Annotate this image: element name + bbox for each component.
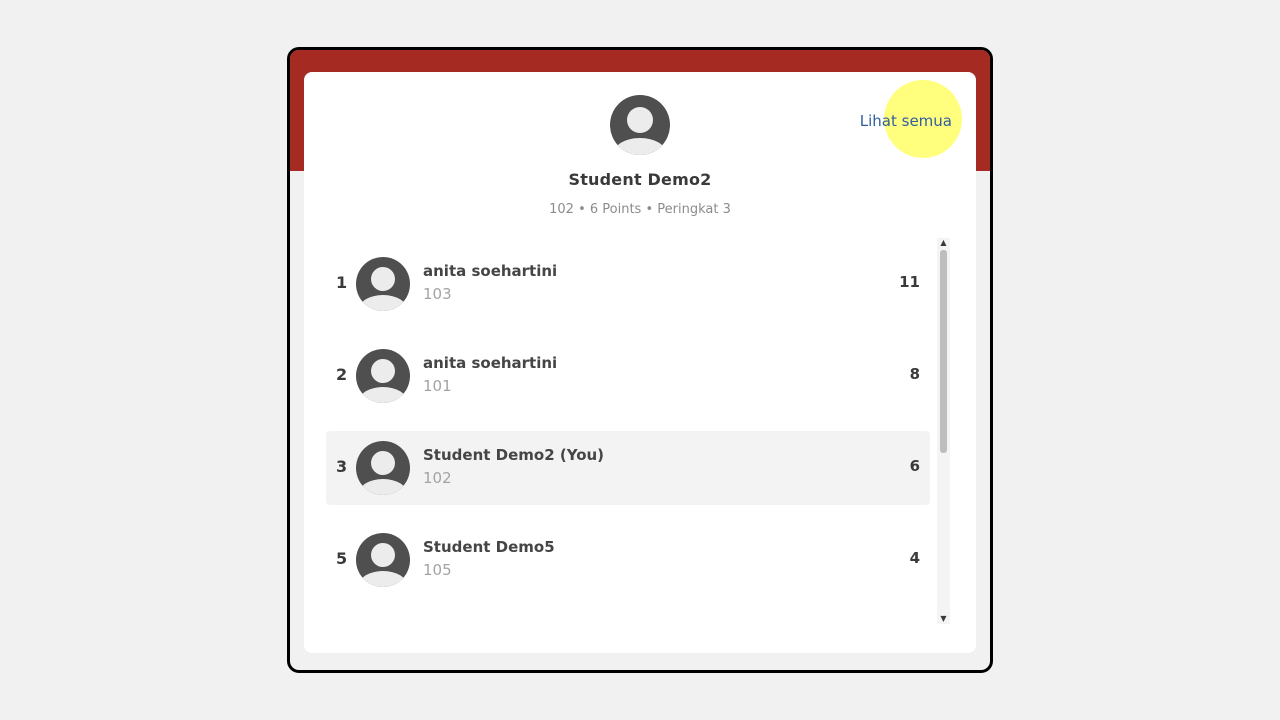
row-score: 11 (899, 273, 920, 291)
row-score: 8 (909, 365, 920, 383)
scroll-up-arrow-icon[interactable]: ▲ (937, 238, 950, 248)
leaderboard-scrollbar[interactable]: ▲ ▼ (937, 238, 950, 624)
row-name: anita soehartini (423, 354, 558, 372)
user-avatar-icon (610, 95, 670, 155)
user-avatar-icon (356, 257, 410, 311)
row-name: Student Demo5 (423, 538, 555, 556)
user-avatar-icon (356, 441, 410, 495)
row-id: 103 (423, 285, 452, 303)
leaderboard-card: Student Demo2 102 • 6 Points • Peringkat… (304, 72, 976, 653)
current-user-name: Student Demo2 (568, 170, 712, 189)
row-rank: 5 (336, 549, 348, 568)
row-id: 105 (423, 561, 452, 579)
scroll-down-arrow-icon[interactable]: ▼ (937, 614, 950, 624)
row-id: 102 (423, 469, 452, 487)
row-score: 4 (909, 549, 920, 567)
row-name: anita soehartini (423, 262, 558, 280)
leaderboard-row[interactable]: 2 anita soehartini 101 8 (326, 339, 930, 413)
user-avatar-icon (356, 349, 410, 403)
row-score: 6 (909, 457, 920, 475)
leaderboard-row[interactable]: 1 anita soehartini 103 11 (326, 247, 930, 321)
scrollbar-thumb[interactable] (940, 250, 947, 453)
leaderboard-row[interactable]: 3 Student Demo2 (You) 102 6 (326, 431, 930, 505)
row-rank: 2 (336, 365, 348, 384)
current-user-summary: 102 • 6 Points • Peringkat 3 (549, 202, 731, 217)
leaderboard-list[interactable]: 1 anita soehartini 103 11 2 anita soehartini 1… (326, 239, 934, 619)
user-avatar-icon (356, 533, 410, 587)
leaderboard-row[interactable]: 5 Student Demo5 105 4 (326, 523, 930, 597)
see-all-link[interactable]: Lihat semua (860, 112, 952, 130)
leaderboard-window: Student Demo2 102 • 6 Points • Peringkat… (287, 47, 993, 673)
row-id: 101 (423, 377, 452, 395)
row-rank: 3 (336, 457, 348, 476)
row-rank: 1 (336, 273, 348, 292)
row-name: Student Demo2 (You) (423, 446, 605, 464)
